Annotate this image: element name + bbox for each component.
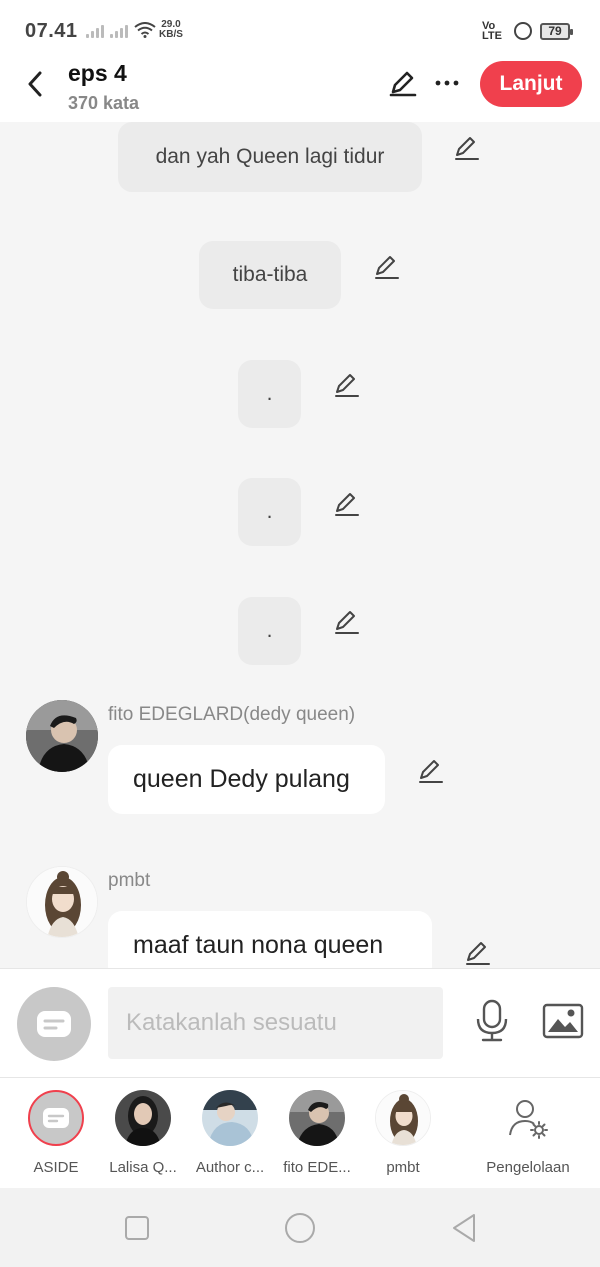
- volte-bottom: LTE: [482, 30, 502, 42]
- pencil-icon: [389, 71, 417, 97]
- edit-narration-button[interactable]: [333, 371, 361, 399]
- story-header: eps 4 370 kata Lanjut: [0, 60, 600, 122]
- narration-mode-button[interactable]: [17, 987, 91, 1061]
- edit-narration-button[interactable]: [373, 253, 401, 281]
- message-input[interactable]: [108, 987, 443, 1059]
- message-bubble[interactable]: queen Dedy pulang: [108, 745, 385, 814]
- avatar: [289, 1090, 345, 1146]
- chat-area[interactable]: dan yah Queen lagi tidur tiba-tiba . . .: [0, 122, 600, 968]
- character-label: Author c...: [195, 1159, 265, 1176]
- message-bubble[interactable]: maaf taun nona queen: [108, 911, 432, 968]
- recents-button[interactable]: [124, 1215, 150, 1246]
- edit-message-button[interactable]: [417, 757, 445, 785]
- volte-indicator: Vo LTE: [482, 21, 502, 42]
- more-options-button[interactable]: [434, 68, 462, 98]
- user-settings-icon: [500, 1090, 556, 1146]
- character-label: pmbt: [386, 1159, 420, 1176]
- circle-icon: [285, 1213, 315, 1243]
- character-label: Lalisa Q...: [109, 1159, 177, 1176]
- narration-bubble[interactable]: .: [238, 597, 301, 665]
- status-time: 07.41: [25, 20, 78, 42]
- character-author[interactable]: Author c...: [187, 1090, 273, 1176]
- edit-narration-button[interactable]: [333, 608, 361, 636]
- edit-message-button[interactable]: [464, 939, 492, 967]
- pencil-icon: [466, 942, 490, 965]
- avatar[interactable]: [26, 866, 98, 938]
- next-button[interactable]: Lanjut: [480, 61, 582, 107]
- speaker-name: fito EDEGLARD(dedy queen): [108, 704, 356, 725]
- more-horizontal-icon: [435, 80, 459, 86]
- status-bar: 07.41 29.0 KB/S Vo LTE 79: [0, 0, 600, 60]
- back-nav-button[interactable]: [450, 1212, 478, 1249]
- avatar: [375, 1090, 431, 1146]
- signal-1-icon: [86, 24, 104, 38]
- narration-bubble[interactable]: .: [238, 478, 301, 546]
- network-speed: 29.0 KB/S: [159, 20, 183, 40]
- composer: [0, 968, 600, 1078]
- narration-text: tiba-tiba: [232, 263, 308, 286]
- narration-bubble[interactable]: dan yah Queen lagi tidur: [118, 122, 422, 192]
- voice-input-button[interactable]: [474, 999, 510, 1048]
- narration-text: .: [266, 500, 273, 523]
- manage-characters-button[interactable]: Pengelolaan: [478, 1090, 578, 1176]
- home-button[interactable]: [284, 1212, 316, 1249]
- square-icon: [125, 1216, 149, 1240]
- edit-title-button[interactable]: [388, 68, 418, 103]
- pencil-icon: [375, 256, 399, 279]
- system-nav-bar: [0, 1188, 600, 1267]
- wifi-icon: [134, 22, 156, 43]
- character-label: ASIDE: [33, 1159, 79, 1176]
- pencil-icon: [335, 493, 359, 516]
- pencil-icon: [335, 374, 359, 397]
- microphone-icon: [476, 999, 508, 1042]
- image-upload-button[interactable]: [542, 1003, 584, 1044]
- edit-narration-button[interactable]: [333, 490, 361, 518]
- message-text: maaf taun nona queen: [133, 931, 384, 959]
- narration-text: .: [266, 619, 273, 642]
- character-label: fito EDE...: [283, 1159, 351, 1176]
- rotation-lock-icon: [514, 22, 532, 40]
- narration-text: .: [266, 382, 273, 405]
- character-label: Pengelolaan: [486, 1159, 570, 1176]
- pencil-icon: [335, 611, 359, 634]
- speech-bubble-icon: [37, 1011, 71, 1037]
- network-speed-unit: KB/S: [159, 29, 183, 40]
- page-title: eps 4: [68, 60, 127, 86]
- character-fito[interactable]: fito EDE...: [274, 1090, 360, 1176]
- avatar: [115, 1090, 171, 1146]
- image-icon: [542, 1003, 584, 1039]
- character-bar: ASIDE Lalisa Q... Author c... fito EDE..…: [0, 1078, 600, 1188]
- avatar[interactable]: [26, 700, 98, 772]
- edit-narration-button[interactable]: [453, 134, 481, 162]
- avatar: [202, 1090, 258, 1146]
- aside-avatar: [28, 1090, 84, 1146]
- battery-indicator: 79: [540, 23, 573, 40]
- narration-bubble[interactable]: .: [238, 360, 301, 428]
- word-count: 370 kata: [68, 93, 140, 113]
- triangle-left-icon: [453, 1214, 475, 1242]
- pencil-icon: [455, 137, 479, 160]
- speech-bubble-icon: [43, 1108, 69, 1128]
- speaker-name: pmbt: [108, 870, 151, 891]
- signal-2-icon: [110, 24, 128, 38]
- back-button[interactable]: [20, 66, 50, 102]
- message-text: queen Dedy pulang: [133, 765, 350, 793]
- narration-bubble[interactable]: tiba-tiba: [199, 241, 341, 309]
- narration-text: dan yah Queen lagi tidur: [155, 145, 385, 168]
- character-aside[interactable]: ASIDE: [13, 1090, 99, 1176]
- pencil-icon: [419, 760, 443, 783]
- character-pmbt[interactable]: pmbt: [360, 1090, 446, 1176]
- chevron-left-icon: [28, 71, 42, 97]
- character-lalisa[interactable]: Lalisa Q...: [100, 1090, 186, 1176]
